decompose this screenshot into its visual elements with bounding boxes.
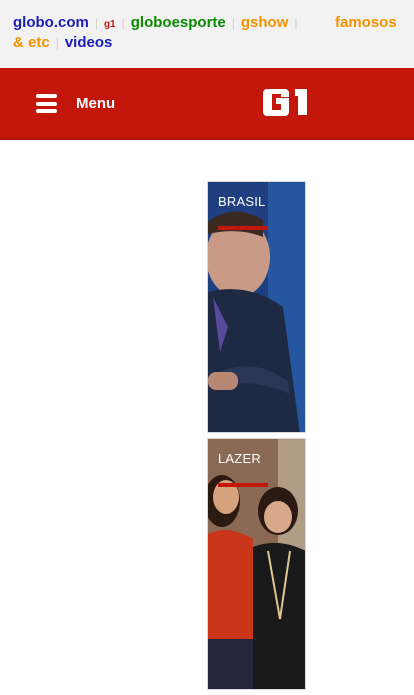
section-label: BRASIL	[218, 194, 266, 209]
g1-logo[interactable]	[263, 85, 313, 119]
section-label: LAZER	[218, 451, 261, 466]
separator: |	[231, 16, 235, 30]
menu-label: Menu	[76, 95, 116, 112]
link-g1[interactable]: g1	[104, 19, 116, 30]
separator: |	[55, 36, 59, 50]
globo-network-bar: globo.com | g1 | globoesporte | gshow | famosos…	[0, 0, 414, 68]
link-gshow[interactable]: gshow	[241, 14, 289, 31]
link-videos[interactable]: videos	[65, 34, 113, 51]
link-globo-com[interactable]: globo.com	[13, 14, 89, 31]
site-header: Menu	[0, 68, 414, 140]
separator: |	[94, 16, 98, 30]
news-photo	[208, 439, 305, 689]
hamburger-icon	[36, 94, 57, 113]
menu-button[interactable]: Menu	[36, 93, 126, 115]
news-card-lazer[interactable]: LAZER	[207, 438, 306, 690]
news-photo	[208, 182, 305, 432]
separator: |	[294, 16, 298, 30]
link-famosos-part2[interactable]: & etc	[13, 34, 50, 51]
news-card-brasil[interactable]: BRASIL	[207, 181, 306, 433]
section-underline	[218, 226, 268, 230]
link-famosos-part1[interactable]: famosos	[335, 14, 397, 31]
section-underline	[218, 483, 268, 487]
separator: |	[121, 16, 125, 30]
link-globoesporte[interactable]: globoesporte	[131, 14, 226, 31]
